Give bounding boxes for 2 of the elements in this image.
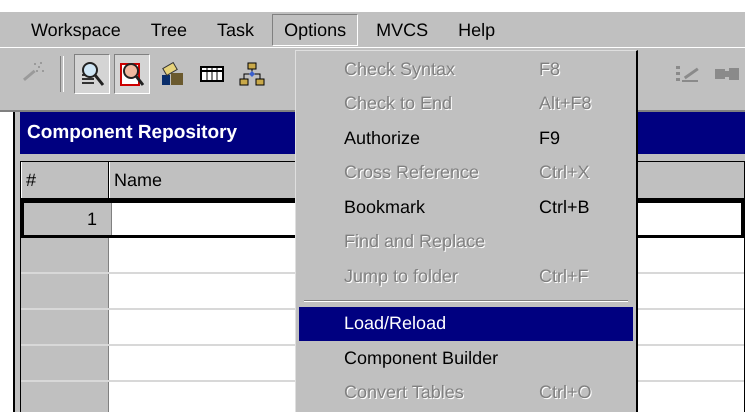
window-title: Component Repository [27,122,238,144]
row-number: 1 [86,209,97,229]
